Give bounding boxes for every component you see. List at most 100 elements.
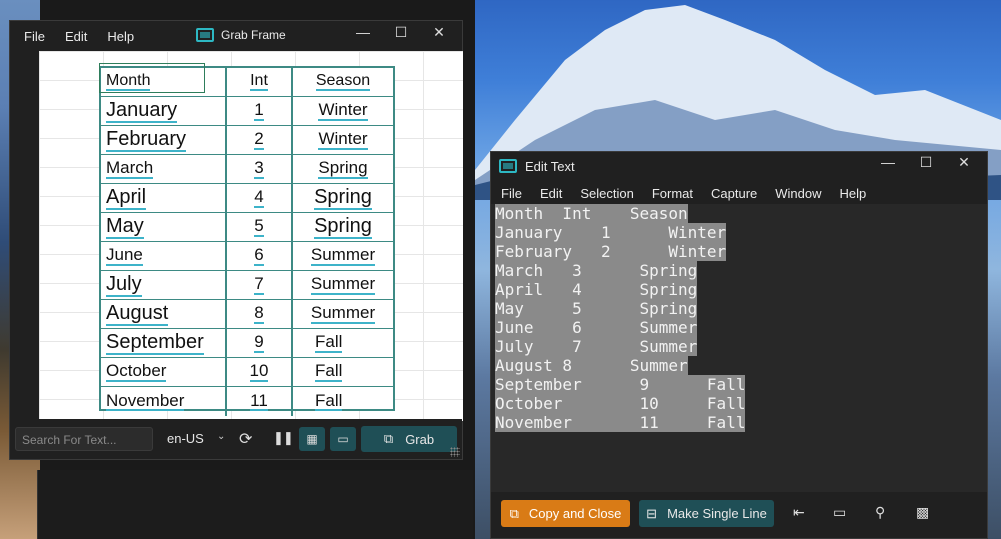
text-line: Month Int Season (495, 204, 745, 223)
menu-edit[interactable]: Edit (534, 186, 574, 201)
table-cell: 3 (227, 155, 293, 183)
cell-int: 1 (254, 100, 264, 121)
text-line-content: September 9 Fall (495, 375, 746, 394)
edit-text-menubar: File Edit Selection Format Capture Windo… (491, 180, 987, 206)
menu-help[interactable]: Help (97, 29, 144, 44)
text-line: October 10 Fall (495, 394, 746, 413)
text-wrap-icon[interactable]: ⇤ (793, 504, 805, 521)
menu-help[interactable]: Help (834, 186, 879, 201)
pause-icon[interactable]: ❚❚ (273, 430, 294, 446)
cell-int: 2 (254, 129, 264, 150)
grab-frame-capture-area[interactable]: Month Int Season January 1 Winter Februa… (39, 51, 463, 421)
text-line-content: August 8 Summer (495, 356, 688, 375)
table-cell: 10 (227, 358, 293, 386)
minimize-icon[interactable]: — (344, 24, 382, 41)
table-cell: January (101, 97, 227, 125)
grab-button[interactable]: ⧉ Grab (361, 426, 457, 452)
menu-format[interactable]: Format (646, 186, 705, 201)
cell-season: Spring (314, 185, 372, 210)
menu-edit[interactable]: Edit (55, 29, 97, 44)
window-controls: — ☐ ✕ (344, 24, 458, 41)
cell-month: May (106, 214, 144, 239)
close-icon[interactable]: ✕ (945, 154, 983, 171)
cell-int: 4 (254, 187, 264, 208)
cell-month: June (106, 245, 143, 266)
chevron-down-icon[interactable]: ⌄ (217, 431, 225, 442)
table-cell: 9 (227, 329, 293, 357)
table-cell: March (101, 155, 227, 183)
cell-month: January (106, 98, 178, 123)
table-row: April 4 Spring (101, 184, 393, 213)
background-window (37, 470, 473, 539)
cell-int: 9 (254, 332, 264, 353)
table-cell: September (101, 329, 227, 357)
table-cell: Fall (293, 329, 393, 357)
menu-window[interactable]: Window (769, 186, 833, 201)
text-line-content: May 5 Spring (495, 299, 698, 318)
selected-word-box[interactable] (99, 63, 205, 93)
table-row: September 9 Fall (101, 329, 393, 358)
text-line: January 1 Winter (495, 223, 745, 242)
language-select[interactable]: en-US (167, 431, 204, 446)
table-row: August 8 Summer (101, 300, 393, 329)
table-cell: June (101, 242, 227, 270)
window-controls: — ☐ ✕ (869, 154, 983, 171)
table-cell: October (101, 358, 227, 386)
minimize-icon[interactable]: — (869, 154, 907, 171)
table-cell: July (101, 271, 227, 299)
table-cell: 8 (227, 300, 293, 328)
cell-season: Spring (314, 214, 372, 239)
text-editor[interactable]: Month Int Season January 1 Winter Februa… (491, 204, 987, 494)
text-line: July 7 Summer (495, 337, 745, 356)
edit-text-window-icon[interactable]: ▭ (330, 427, 356, 451)
text-line: February 2 Winter (495, 242, 745, 261)
grab-frame-window: File Edit Help Grab Frame — ☐ ✕ Month In… (9, 20, 463, 460)
text-line-content: October 10 Fall (495, 394, 746, 413)
text-line-content: July 7 Summer (495, 337, 698, 356)
text-line-content: January 1 Winter (495, 223, 727, 242)
edit-text-title: Edit Text (525, 158, 575, 174)
cell-month: October (106, 361, 167, 382)
make-single-line-button[interactable]: ⊟ Make Single Line (639, 500, 774, 527)
menu-file[interactable]: File (14, 29, 55, 44)
cell-month: July (106, 272, 142, 297)
resize-grip-icon[interactable] (450, 447, 460, 457)
cell-season: Winter (318, 129, 368, 150)
menu-capture[interactable]: Capture (705, 186, 769, 201)
menu-selection[interactable]: Selection (574, 186, 645, 201)
text-line-content: June 6 Summer (495, 318, 698, 337)
bottom-bar-icon[interactable]: ▭ (833, 504, 846, 521)
cell-int: 10 (249, 361, 269, 382)
table-cell: Winter (293, 97, 393, 125)
maximize-icon[interactable]: ☐ (907, 154, 945, 171)
table-cell: Summer (293, 271, 393, 299)
refresh-icon[interactable]: ⟳ (239, 429, 252, 449)
close-icon[interactable]: ✕ (420, 24, 458, 41)
table-cell: Winter (293, 126, 393, 154)
table-cell: Fall (293, 387, 393, 416)
menu-file[interactable]: File (495, 186, 534, 201)
copy-and-close-button[interactable]: ⧉ Copy and Close (501, 500, 630, 527)
grab-frame-toolbar: Search For Text... en-US ⌄ ⟳ ❚❚ ▦ ▭ ⧉ Gr… (10, 419, 462, 459)
maximize-icon[interactable]: ☐ (382, 24, 420, 41)
table-row: July 7 Summer (101, 271, 393, 300)
table-mode-icon[interactable]: ▦ (299, 427, 325, 451)
search-icon[interactable]: ⚲ (875, 504, 885, 521)
text-line-content: March 3 Spring (495, 261, 698, 280)
search-input[interactable]: Search For Text... (15, 427, 153, 451)
qr-code-icon[interactable]: ▩ (916, 504, 929, 521)
text-line: May 5 Spring (495, 299, 745, 318)
cell-month: February (106, 127, 187, 152)
table-cell: April (101, 184, 227, 212)
cell-int: 5 (254, 216, 264, 237)
copy-and-close-label: Copy and Close (528, 506, 622, 521)
cell-season: Fall (315, 361, 343, 382)
table-row: May 5 Spring (101, 213, 393, 242)
cell-season: Summer (310, 245, 376, 266)
table-cell: May (101, 213, 227, 241)
cell-month: August (106, 301, 169, 326)
table-cell: Int (227, 68, 293, 96)
cell-season: Winter (318, 100, 368, 121)
make-single-line-label: Make Single Line (667, 506, 767, 521)
table-cell: 4 (227, 184, 293, 212)
